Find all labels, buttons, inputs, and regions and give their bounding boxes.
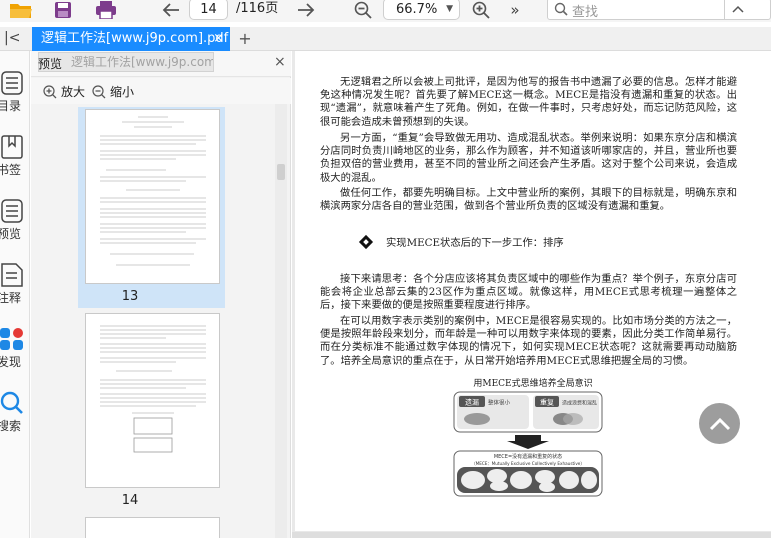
new-tab-button[interactable]: + xyxy=(236,27,254,51)
print-icon[interactable] xyxy=(94,0,118,20)
zoom-level-select[interactable]: 66.7% ▼ xyxy=(383,0,460,20)
tab-document[interactable]: 逻辑工作法[www.j9p.com].pdf × xyxy=(32,27,230,51)
annotation-icon xyxy=(1,263,23,287)
search-placeholder: 查找 xyxy=(572,5,599,20)
page-thumbnail-15[interactable] xyxy=(85,517,220,538)
rail-label-contents: 目录 xyxy=(0,99,22,113)
tab-label: 逻辑工作法[www.j9p.com].pdf xyxy=(41,31,229,46)
close-panel-icon[interactable]: × xyxy=(274,54,286,70)
thumbnail-zoom-out-button[interactable]: 缩小 xyxy=(92,83,134,100)
rail-item-contents[interactable]: 目录 xyxy=(0,71,30,115)
paragraph-3: 做任何工作，都要先明确目标。上文中营业所的案例，其眼下的目标就是，明确东京和横滨… xyxy=(320,187,737,213)
paragraph-1: 无逻辑君之所以会被上司批评，是因为他写的报告书中遗漏了必要的信息。怎样才能避免这… xyxy=(320,76,737,128)
save-icon[interactable] xyxy=(52,0,74,20)
overlap-desc: 造成浪费和混乱 xyxy=(562,400,597,407)
page-number-input[interactable]: 14 xyxy=(189,0,228,20)
main-toolbar: 14 /116页 66.7% ▼ » 查找 xyxy=(0,0,771,22)
pdf-page: 无逻辑君之所以会被上司批评，是因为他写的报告书中遗漏了必要的信息。怎样才能避免这… xyxy=(295,51,771,531)
tab-bar: |< 逻辑工作法[www.j9p.com].pdf × + xyxy=(0,27,771,51)
rail-item-search[interactable]: 搜索 xyxy=(0,391,30,435)
thumbnail-scrollbar[interactable] xyxy=(275,104,287,538)
rail-label-bookmarks: 书签 xyxy=(0,163,22,177)
paragraph-2: 另一方面，“重复”会导致做无用功、造成混乱状态。举例来说明：如果东京分店和横滨分… xyxy=(320,132,737,184)
zoom-in-icon[interactable] xyxy=(470,0,492,20)
open-folder-icon[interactable] xyxy=(8,0,34,20)
previous-page-icon[interactable] xyxy=(160,0,182,20)
thumbnail-page-number-14: 14 xyxy=(121,493,139,508)
diamond-bullet-icon xyxy=(358,234,374,249)
list-icon xyxy=(1,71,23,95)
more-tools-button[interactable]: » xyxy=(506,0,524,20)
apps-icon xyxy=(0,328,23,350)
page-thumbnail-13[interactable] xyxy=(85,109,220,284)
chevron-down-icon: ▼ xyxy=(446,4,453,14)
rail-label-search: 搜索 xyxy=(0,419,22,433)
thumbnail-panel-title-overlay: 预览 xyxy=(38,57,63,71)
thumbnail-panel: 预览 逻辑工作法[www.j9p.com].pdf 预览 × 放大 缩小 xyxy=(31,51,291,538)
rail-label-preview: 预览 xyxy=(0,227,22,241)
rail-label-discover: 发现 xyxy=(0,355,22,369)
zoom-level-value: 66.7% xyxy=(396,1,438,17)
search-icon xyxy=(0,391,23,414)
page-total-label: /116页 xyxy=(236,1,279,16)
zoom-in-label: 放大 xyxy=(61,85,86,99)
search-field[interactable]: 查找 xyxy=(547,0,771,20)
zoom-in-icon xyxy=(43,84,57,98)
rail-item-preview[interactable]: 预览 xyxy=(0,199,30,243)
paragraph-4: 接下来请思考：各个分店应该将其负责区域中的哪些作为重点？举个例子，东京分店可能会… xyxy=(320,273,737,312)
rail-item-discover[interactable]: 发现 xyxy=(0,327,30,371)
search-icon xyxy=(554,2,568,16)
zoom-out-icon[interactable] xyxy=(352,0,374,20)
thumbnail-page-number-13: 13 xyxy=(121,289,139,304)
section-heading-text: 实现MECE状态后的下一步工作：排序 xyxy=(386,237,564,249)
mece-subtitle: （MECE：Mutually Exclusive Collectively Ex… xyxy=(471,461,584,466)
thumbnail-scrollbar-thumb[interactable] xyxy=(277,164,285,180)
thumbnail-page-content xyxy=(100,325,206,453)
thumbnail-panel-header: 预览 逻辑工作法[www.j9p.com].pdf 预览 × xyxy=(31,51,291,77)
document-viewport[interactable]: 无逻辑君之所以会被上司批评，是因为他写的报告书中遗漏了必要的信息。怎样才能避免这… xyxy=(292,51,771,538)
chevron-up-icon[interactable] xyxy=(732,5,744,13)
mece-title: MECE=没有遗漏和重复的状态 xyxy=(494,453,562,460)
page-thumbnail-14[interactable] xyxy=(85,313,220,488)
paragraph-5: 在可以用数字表示类别的案例中，MECE是很容易实现的。比如市场分类的方法之一，便… xyxy=(320,315,737,367)
thumbnail-page-content xyxy=(100,116,206,266)
omission-label: 遗漏 xyxy=(465,398,479,407)
figure-caption: 用MECE式思维培养全局意识 xyxy=(473,379,593,389)
mece-figure: 遗漏 整体很小 重复 造成浪费和混乱 MECE=没有遗漏和重复的状态 （MECE… xyxy=(453,391,603,497)
preview-icon xyxy=(1,199,23,223)
next-page-icon[interactable] xyxy=(295,0,317,20)
chevron-up-icon xyxy=(709,417,730,430)
document-horizontal-scrollbar[interactable] xyxy=(292,532,771,538)
omission-desc: 整体很小 xyxy=(488,399,511,407)
overlap-label: 重复 xyxy=(540,398,554,407)
zoom-out-label: 缩小 xyxy=(110,85,135,99)
filename-tooltip: 逻辑工作法[www.j9p.com].pdf xyxy=(38,52,214,72)
collapse-sidebar-icon[interactable]: |< xyxy=(4,30,24,48)
close-tab-icon[interactable]: × xyxy=(213,27,224,51)
bookmark-icon xyxy=(1,135,23,159)
rail-item-bookmarks[interactable]: 书签 xyxy=(0,135,30,179)
section-heading: 实现MECE状态后的下一步工作：排序 xyxy=(358,234,564,249)
thumbnail-zoom-in-button[interactable]: 放大 xyxy=(43,83,85,100)
scroll-to-top-button[interactable] xyxy=(699,403,740,444)
zoom-out-icon xyxy=(92,84,106,98)
thumbnail-zoom-row: 放大 缩小 xyxy=(31,78,291,104)
search-divider xyxy=(724,0,725,19)
